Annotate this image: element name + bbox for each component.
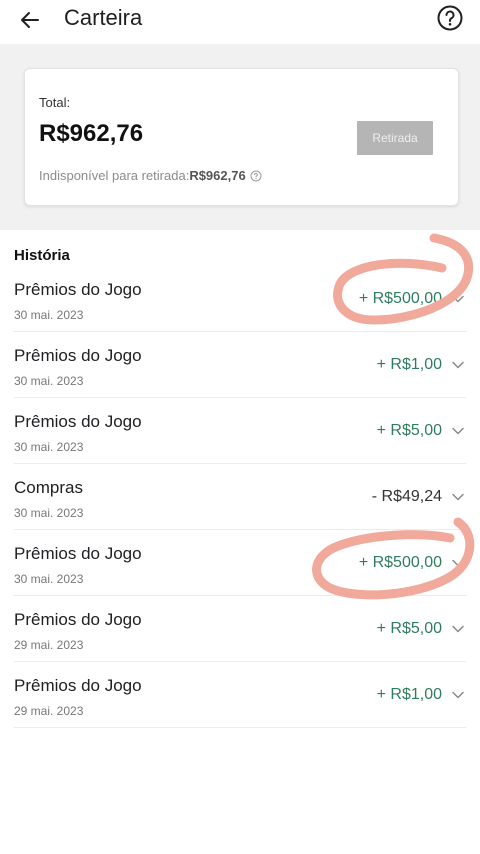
- transaction-row[interactable]: Compras 30 mai. 2023 - R$49,24: [0, 464, 480, 530]
- chevron-down-icon[interactable]: [452, 427, 464, 435]
- unavailable-balance: Indisponível para retirada:R$962,76: [39, 168, 262, 185]
- transaction-amount: + R$1,00: [376, 356, 442, 373]
- history-list: Prêmios do Jogo 30 mai. 2023 + R$500,00 Prê…: [0, 266, 480, 728]
- transaction-title: Prêmios do Jogo: [14, 280, 142, 299]
- top-bar: Carteira: [0, 0, 480, 44]
- total-label: Total:: [39, 95, 71, 110]
- balance-card: Total: R$962,76 Retirada Indisponível pa…: [24, 68, 459, 206]
- history-title: História: [14, 247, 70, 264]
- transaction-date: 30 mai. 2023: [14, 440, 84, 454]
- chevron-down-icon[interactable]: [452, 691, 464, 699]
- transaction-amount: + R$500,00: [358, 554, 442, 571]
- chevron-down-icon[interactable]: [452, 559, 464, 567]
- unavailable-label: Indisponível para retirada:: [39, 168, 190, 183]
- transaction-row[interactable]: Prêmios do Jogo 30 mai. 2023 + R$5,00: [0, 398, 480, 464]
- transaction-title: Prêmios do Jogo: [14, 412, 142, 431]
- withdraw-button[interactable]: Retirada: [357, 121, 433, 155]
- transaction-date: 30 mai. 2023: [14, 374, 84, 388]
- chevron-down-icon[interactable]: [452, 361, 464, 369]
- transaction-amount: + R$5,00: [376, 422, 442, 439]
- transaction-amount: + R$5,00: [376, 620, 442, 637]
- transaction-date: 29 mai. 2023: [14, 704, 84, 718]
- question-circle-icon: [437, 5, 463, 31]
- transaction-amount: + R$1,00: [376, 686, 442, 703]
- chevron-down-icon[interactable]: [452, 493, 464, 501]
- transaction-amount: - R$49,24: [371, 488, 442, 505]
- transaction-amount: + R$500,00: [358, 290, 442, 307]
- transaction-title: Prêmios do Jogo: [14, 676, 142, 695]
- help-button[interactable]: [436, 4, 464, 32]
- transaction-date: 30 mai. 2023: [14, 506, 84, 520]
- transaction-date: 30 mai. 2023: [14, 308, 84, 322]
- unavailable-value: R$962,76: [189, 168, 246, 183]
- page-title: Carteira: [64, 5, 143, 30]
- arrow-left-icon: [21, 12, 39, 28]
- total-value: R$962,76: [39, 120, 144, 147]
- transaction-row[interactable]: Prêmios do Jogo 29 mai. 2023 + R$1,00: [0, 662, 480, 728]
- transaction-title: Prêmios do Jogo: [14, 610, 142, 629]
- transaction-row[interactable]: Prêmios do Jogo 30 mai. 2023 + R$500,00: [0, 266, 480, 332]
- chevron-down-icon[interactable]: [452, 625, 464, 633]
- transaction-title: Prêmios do Jogo: [14, 346, 142, 365]
- chevron-down-icon[interactable]: [452, 295, 464, 303]
- back-button[interactable]: [14, 4, 46, 36]
- info-icon[interactable]: [250, 170, 262, 185]
- transaction-date: 29 mai. 2023: [14, 638, 84, 652]
- transaction-row[interactable]: Prêmios do Jogo 30 mai. 2023 + R$1,00: [0, 332, 480, 398]
- transaction-row[interactable]: Prêmios do Jogo 29 mai. 2023 + R$5,00: [0, 596, 480, 662]
- transaction-date: 30 mai. 2023: [14, 572, 84, 586]
- transaction-title: Compras: [14, 478, 83, 497]
- transaction-title: Prêmios do Jogo: [14, 544, 142, 563]
- transaction-row[interactable]: Prêmios do Jogo 30 mai. 2023 + R$500,00: [0, 530, 480, 596]
